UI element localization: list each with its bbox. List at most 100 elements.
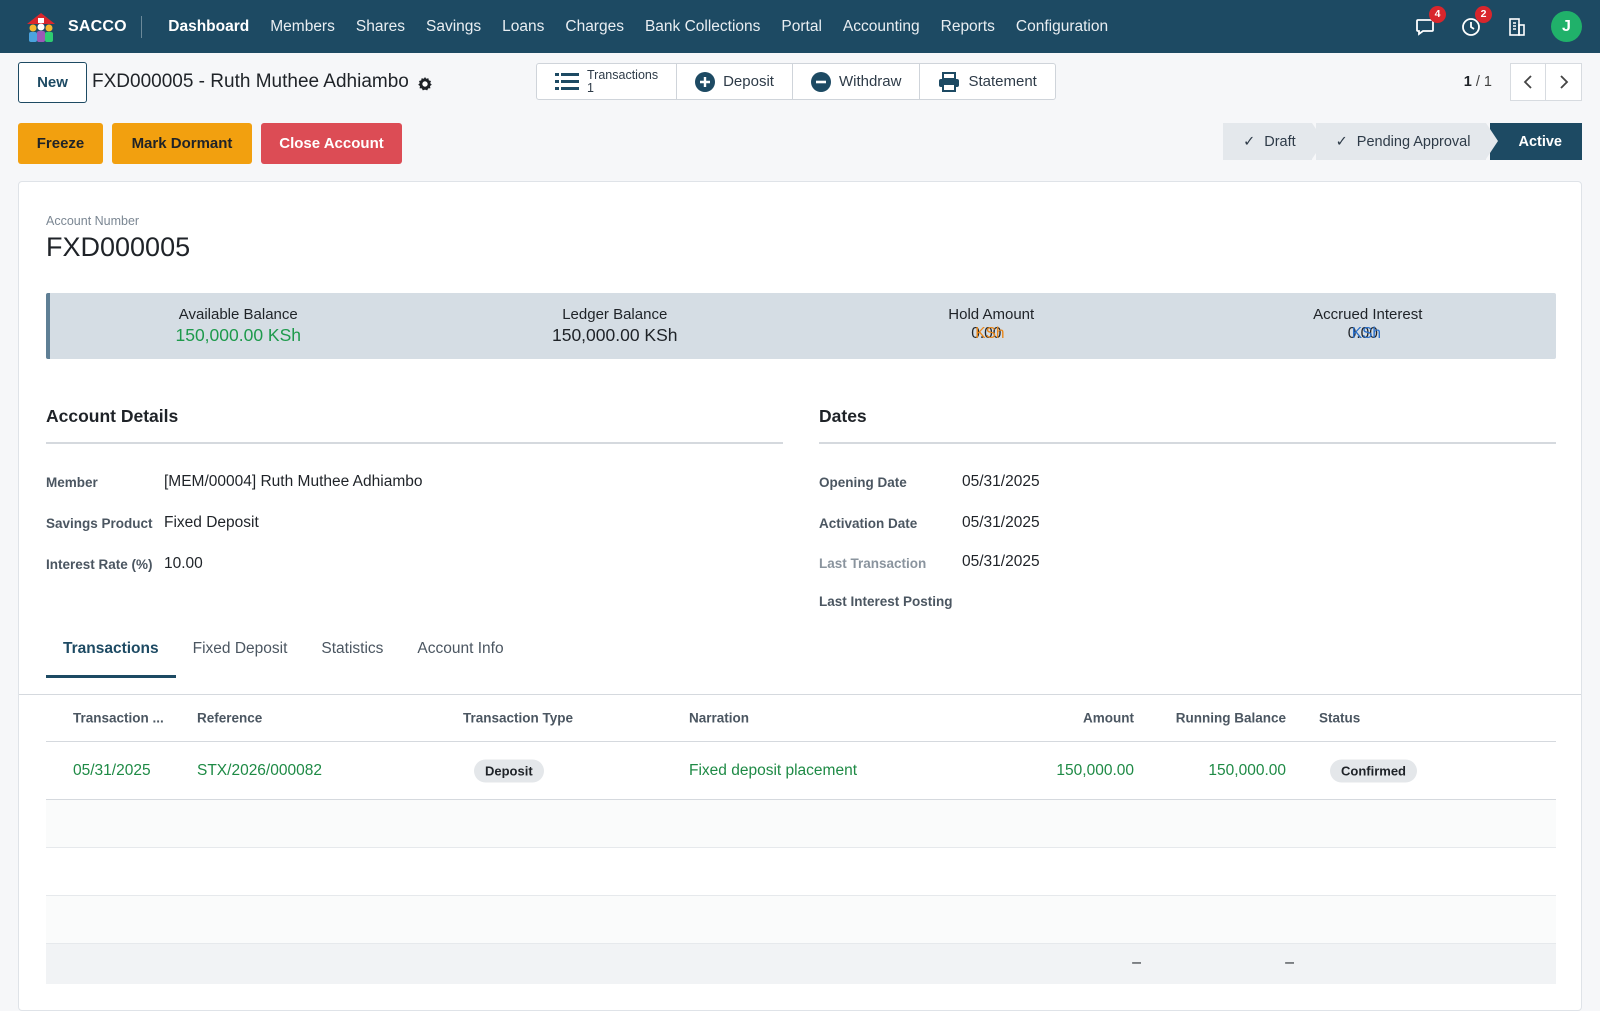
menu-item-savings[interactable]: Savings bbox=[415, 18, 491, 36]
tab-transactions[interactable]: Transactions bbox=[46, 630, 176, 678]
menu-item-dashboard[interactable]: Dashboard bbox=[158, 18, 260, 36]
row-reference: STX/2026/000082 bbox=[197, 761, 322, 779]
member-field[interactable]: [MEM/00004] Ruth Muthee Adhiambo bbox=[164, 473, 422, 491]
pager-previous-button[interactable] bbox=[1510, 63, 1546, 101]
header-transaction-type[interactable]: Transaction Type bbox=[463, 711, 573, 726]
header-running-balance[interactable]: Running Balance bbox=[1176, 711, 1286, 726]
footer-running-total: – bbox=[1285, 954, 1294, 971]
ledger-balance: Ledger Balance 150,000.00 KSh bbox=[427, 293, 804, 359]
hold-amount: Hold Amount 0.00 KSh bbox=[803, 293, 1180, 359]
brand[interactable]: SACCO bbox=[24, 12, 142, 42]
menu-item-members[interactable]: Members bbox=[260, 18, 346, 36]
opening-date-field[interactable]: 05/31/2025 bbox=[962, 473, 1040, 491]
account-details-title: Account Details bbox=[46, 406, 179, 426]
savings-product-field[interactable]: Fixed Deposit bbox=[164, 514, 259, 532]
form-statusbar: Freeze Mark Dormant Close Account ✓ Draft… bbox=[0, 121, 1600, 173]
form-sheet: Account Number FXD000005 Available Balan… bbox=[18, 181, 1582, 1011]
footer-amount-total: – bbox=[1132, 954, 1141, 971]
menu-item-configuration[interactable]: Configuration bbox=[1005, 18, 1118, 36]
stage-draft-label: Draft bbox=[1264, 133, 1296, 150]
new-button[interactable]: New bbox=[18, 62, 87, 103]
brand-name: SACCO bbox=[68, 17, 127, 35]
company-switcher[interactable] bbox=[1505, 15, 1529, 39]
activation-date-field[interactable]: 05/31/2025 bbox=[962, 514, 1040, 532]
record-title: FXD000005 - Ruth Muthee Adhiambo bbox=[92, 71, 409, 92]
table-row[interactable]: 05/31/2025 STX/2026/000082 Deposit Fixed… bbox=[46, 742, 1556, 800]
chevron-right-icon bbox=[1559, 75, 1568, 89]
menu-item-bank-collections[interactable]: Bank Collections bbox=[634, 18, 770, 36]
transactions-table: Transaction ... Reference Transaction Ty… bbox=[46, 695, 1556, 984]
menu-item-accounting[interactable]: Accounting bbox=[832, 18, 930, 36]
accrued-interest-label: Accrued Interest bbox=[1313, 305, 1423, 323]
header-narration[interactable]: Narration bbox=[689, 711, 749, 726]
interest-rate-label: Interest Rate (%) bbox=[46, 557, 153, 572]
interest-rate-field[interactable]: 10.00 bbox=[164, 555, 203, 573]
dates-title: Dates bbox=[819, 406, 867, 426]
empty-row bbox=[46, 800, 1556, 848]
gear-icon[interactable] bbox=[417, 76, 433, 92]
statement-smart-button[interactable]: Statement bbox=[920, 64, 1054, 99]
menu-item-portal[interactable]: Portal bbox=[771, 18, 833, 36]
pager-current: 1 bbox=[1463, 74, 1472, 90]
activities-button[interactable]: 2 bbox=[1459, 5, 1492, 39]
menu-item-charges[interactable]: Charges bbox=[555, 18, 635, 36]
menu-item-loans[interactable]: Loans bbox=[492, 18, 555, 36]
minus-circle-icon bbox=[810, 71, 831, 92]
header-transaction-date[interactable]: Transaction ... bbox=[73, 711, 164, 726]
deposit-smart-button[interactable]: Deposit bbox=[677, 64, 793, 99]
stage-active[interactable]: Active bbox=[1490, 123, 1582, 160]
account-number-label: Account Number bbox=[46, 214, 140, 228]
tab-statistics[interactable]: Statistics bbox=[304, 630, 400, 678]
hold-amount-currency: KSh bbox=[975, 324, 1005, 342]
empty-row bbox=[46, 896, 1556, 944]
withdraw-smart-button[interactable]: Withdraw bbox=[793, 64, 921, 99]
stage-pending-label: Pending Approval bbox=[1356, 133, 1471, 150]
row-running-balance: 150,000.00 bbox=[1208, 761, 1286, 779]
chevron-left-icon bbox=[1523, 75, 1532, 89]
freeze-button[interactable]: Freeze bbox=[18, 123, 103, 164]
opening-date-label: Opening Date bbox=[819, 475, 907, 490]
stage-draft[interactable]: ✓ Draft bbox=[1223, 123, 1324, 160]
menu-item-shares[interactable]: Shares bbox=[345, 18, 415, 36]
pager-value[interactable]: 1 / 1 bbox=[1464, 74, 1492, 90]
row-amount: 150,000.00 bbox=[1056, 761, 1134, 779]
pager-next-button[interactable] bbox=[1546, 63, 1582, 101]
transactions-smart-count: 1 bbox=[587, 80, 594, 95]
menu-item-reports[interactable]: Reports bbox=[930, 18, 1005, 36]
hold-amount-value: 0.00 KSh bbox=[971, 325, 1011, 347]
header-status[interactable]: Status bbox=[1319, 711, 1360, 726]
empty-row bbox=[46, 848, 1556, 896]
available-balance-label: Available Balance bbox=[178, 306, 298, 323]
header-reference[interactable]: Reference bbox=[197, 711, 262, 726]
stage-active-label: Active bbox=[1518, 133, 1562, 150]
sacco-logo-icon bbox=[27, 12, 55, 42]
user-avatar[interactable]: J bbox=[1551, 11, 1582, 42]
mark-dormant-button[interactable]: Mark Dormant bbox=[112, 123, 252, 164]
stage-pending-approval[interactable]: ✓ Pending Approval bbox=[1315, 123, 1499, 160]
close-account-button[interactable]: Close Account bbox=[261, 123, 402, 164]
row-narration: Fixed deposit placement bbox=[689, 761, 858, 779]
plus-circle-icon bbox=[695, 71, 716, 92]
transactions-smart-label: Transactions bbox=[587, 67, 659, 82]
deposit-smart-label: Deposit bbox=[723, 73, 774, 90]
account-number: FXD000005 bbox=[46, 232, 191, 262]
control-panel: New FXD000005 - Ruth Muthee Adhiambo Tra… bbox=[0, 53, 1600, 121]
main-menu: Dashboard Members Shares Savings Loans C… bbox=[158, 18, 1119, 36]
messages-button[interactable]: 4 bbox=[1413, 5, 1446, 39]
building-icon bbox=[1509, 17, 1525, 36]
tab-fixed-deposit[interactable]: Fixed Deposit bbox=[176, 630, 305, 678]
activation-date-label: Activation Date bbox=[819, 516, 918, 531]
check-icon: ✓ bbox=[1243, 133, 1256, 150]
savings-product-label: Savings Product bbox=[46, 516, 153, 531]
breadcrumb: FXD000005 - Ruth Muthee Adhiambo bbox=[92, 71, 433, 93]
tab-account-info[interactable]: Account Info bbox=[400, 630, 520, 678]
table-header: Transaction ... Reference Transaction Ty… bbox=[46, 695, 1556, 742]
transactions-smart-button[interactable]: Transactions 1 bbox=[537, 64, 678, 99]
activities-badge: 2 bbox=[1475, 5, 1492, 23]
pager: 1 / 1 bbox=[1464, 63, 1582, 101]
header-amount[interactable]: Amount bbox=[1083, 711, 1134, 726]
last-interest-posting-label: Last Interest Posting bbox=[819, 594, 953, 609]
available-balance-value: 150,000.00 KSh bbox=[175, 325, 302, 345]
top-navbar: SACCO Dashboard Members Shares Savings L… bbox=[0, 0, 1600, 53]
pager-total: / 1 bbox=[1475, 74, 1492, 90]
